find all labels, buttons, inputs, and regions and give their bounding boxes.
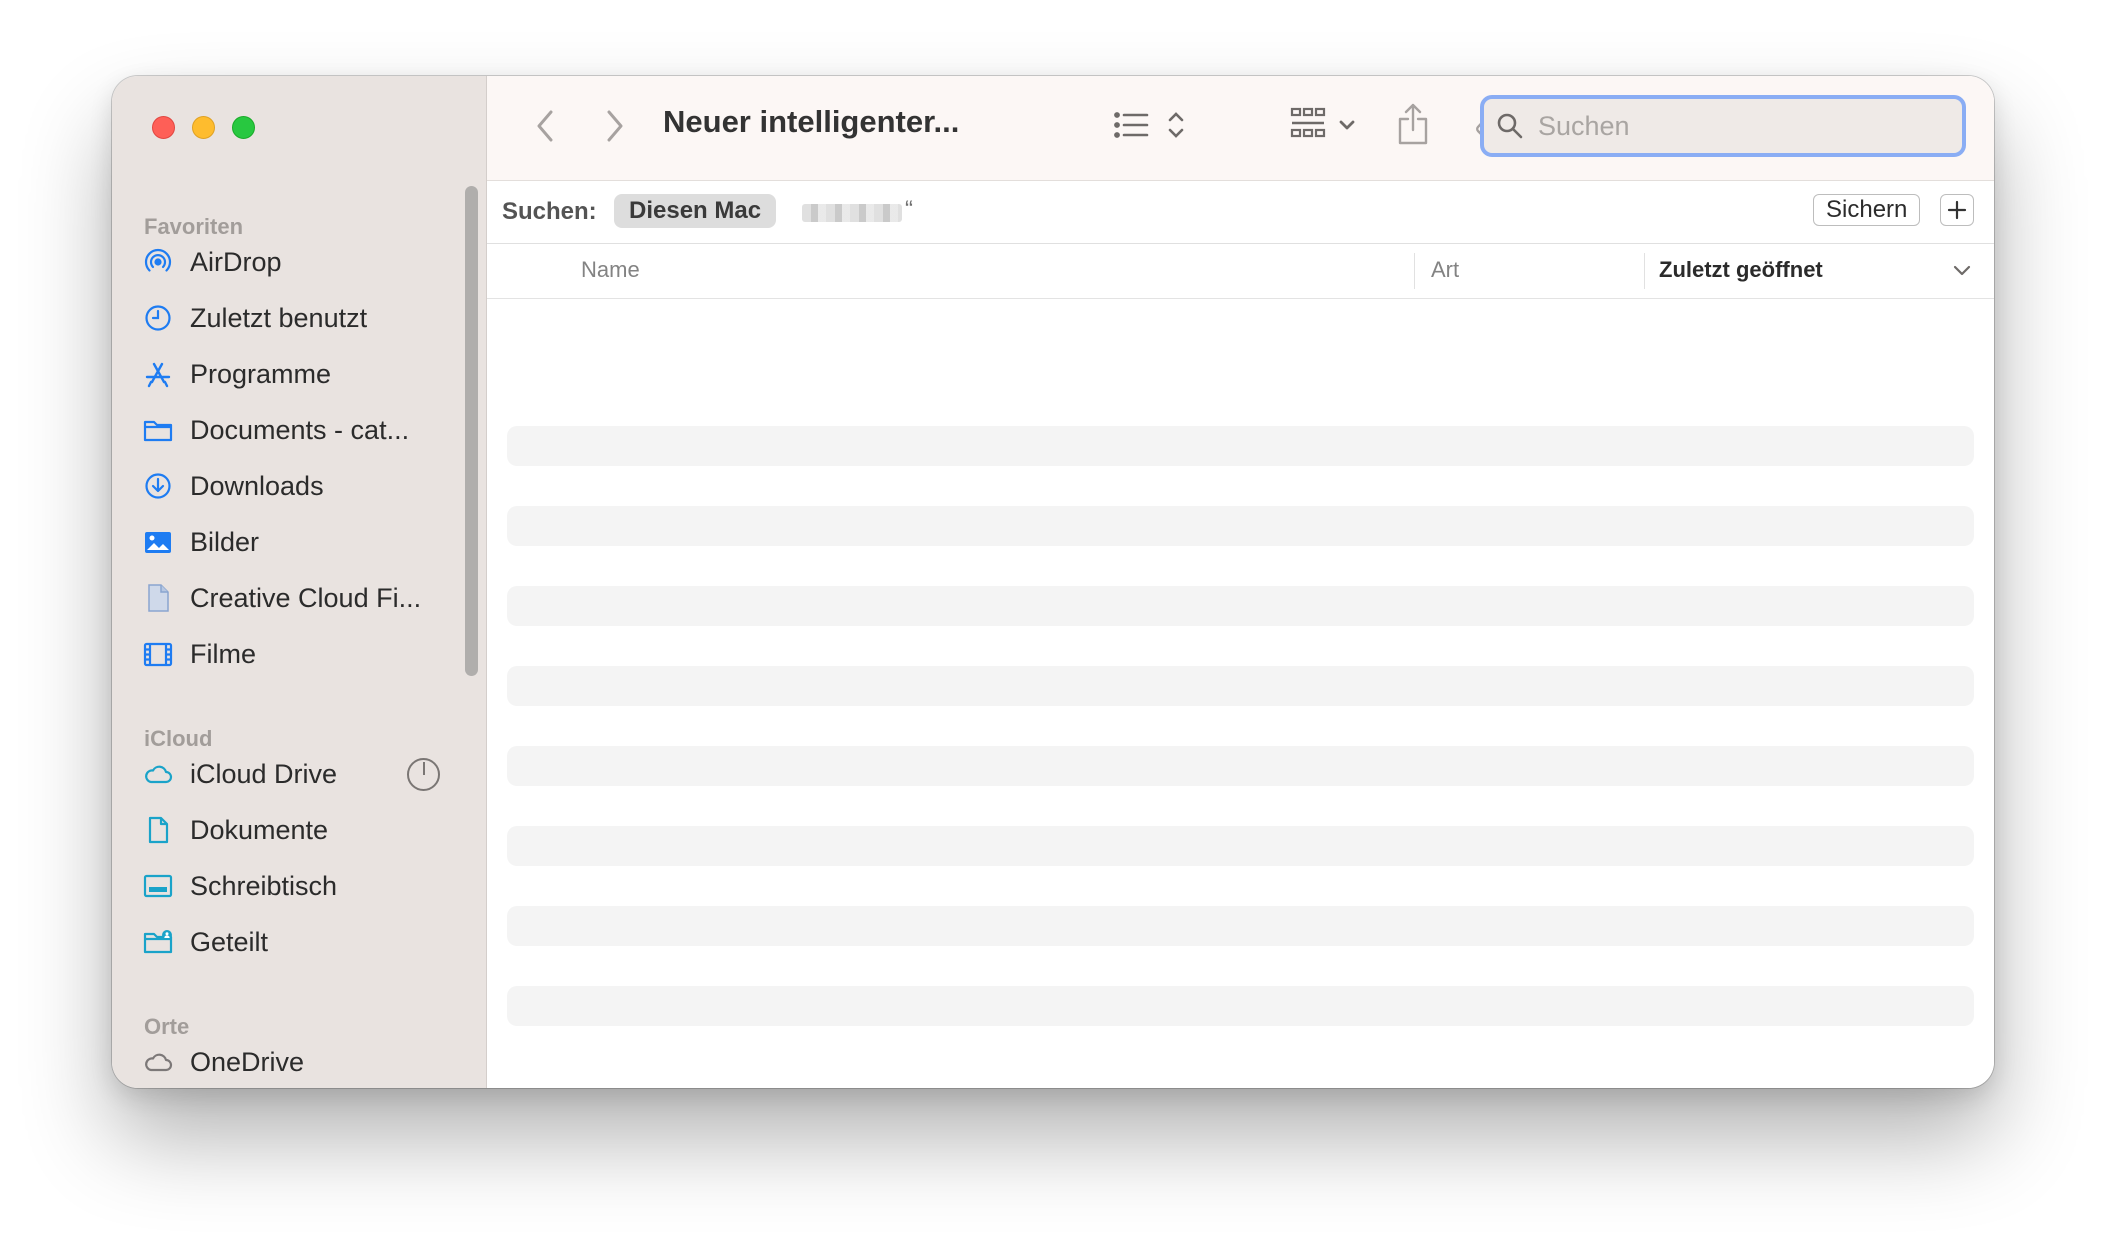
sidebar-item-label: AirDrop [190, 246, 282, 277]
share-button[interactable] [1393, 98, 1433, 150]
add-criteria-button[interactable] [1940, 194, 1974, 226]
sidebar-item-documents[interactable]: Documents - cat... [142, 404, 426, 456]
back-icon [537, 110, 553, 142]
scope-other-folder-button[interactable] [802, 204, 902, 222]
column-kind[interactable]: Art [1431, 257, 1459, 283]
cloud-icon [142, 758, 174, 790]
sidebar-item-label: Schreibtisch [190, 870, 338, 901]
column-divider[interactable] [1644, 253, 1645, 289]
group-icon [1290, 107, 1355, 138]
sidebar-item-label: Creative Cloud Fi... [190, 582, 422, 613]
airdrop-icon [142, 246, 174, 278]
sidebar-item-label: Documents - cat... [190, 414, 410, 445]
sidebar-item-zuletzt-benutzt[interactable]: Zuletzt benutzt [142, 292, 426, 344]
column-last-opened[interactable]: Zuletzt geöffnet [1659, 257, 1823, 283]
table-row [507, 586, 1974, 626]
folder-icon [142, 414, 174, 446]
sidebar: Favoriten AirDrop Zuletzt benutzt Progra… [112, 76, 487, 1088]
forward-button[interactable] [599, 106, 631, 146]
sidebar-item-label: Dokumente [190, 814, 329, 845]
search-scope-bar: Suchen: Diesen Mac “ Sichern [487, 182, 1994, 244]
search-input[interactable] [1538, 110, 1918, 142]
save-search-button[interactable]: Sichern [1813, 194, 1921, 226]
table-row [507, 906, 1974, 946]
file-list[interactable] [487, 300, 1994, 1064]
forward-icon [607, 110, 623, 142]
desktop-icon [142, 870, 174, 902]
sidebar-scrollbar[interactable] [465, 186, 478, 676]
cloud-icon [142, 1046, 174, 1078]
sidebar-item-onedrive[interactable]: OneDrive [142, 1036, 426, 1088]
table-row [507, 666, 1974, 706]
sidebar-item-filme[interactable]: Filme [142, 628, 426, 680]
share-icon [1398, 103, 1428, 145]
main-pane: Neuer intelligenter... Suchen Suchen: Di… [487, 76, 1994, 1088]
sidebar-item-icloud-drive[interactable]: iCloud Drive [142, 748, 440, 800]
zoom-button[interactable] [232, 116, 255, 139]
sidebar-item-label: Programme [190, 358, 332, 389]
sidebar-item-label: Filme [190, 638, 256, 669]
sort-descending-icon[interactable] [1953, 265, 1971, 277]
sidebar-item-label: Zuletzt benutzt [190, 302, 368, 333]
toolbar: Neuer intelligenter... [487, 76, 1994, 181]
document-icon [142, 582, 174, 614]
download-icon [142, 470, 174, 502]
search-field[interactable] [1480, 95, 1966, 157]
column-name[interactable]: Name [581, 257, 640, 283]
close-button[interactable] [152, 116, 175, 139]
back-button[interactable] [529, 106, 561, 146]
scope-this-mac-button[interactable]: Diesen Mac [614, 194, 777, 228]
search-scope-label: Suchen: [502, 198, 597, 225]
view-options-button[interactable] [1113, 104, 1189, 148]
sidebar-item-creative-cloud[interactable]: Creative Cloud Fi... [142, 572, 426, 624]
sidebar-item-bilder[interactable]: Bilder [142, 516, 426, 568]
window-controls [152, 116, 255, 139]
table-row [507, 426, 1974, 466]
table-row [507, 506, 1974, 546]
sync-progress-icon [407, 758, 440, 791]
scope-other-folder-suffix: “ [905, 196, 913, 223]
sidebar-item-airdrop[interactable]: AirDrop [142, 236, 426, 288]
table-row [507, 986, 1974, 1026]
column-header: Name Art Zuletzt geöffnet [487, 245, 1994, 299]
group-button[interactable] [1289, 104, 1365, 148]
photo-icon [142, 526, 174, 558]
minimize-button[interactable] [192, 116, 215, 139]
sidebar-item-geteilt[interactable]: Geteilt [142, 916, 426, 968]
list-view-icon [1114, 112, 1184, 138]
plus-icon [1947, 200, 1967, 220]
sidebar-item-label: Downloads [190, 470, 324, 501]
sidebar-item-label: iCloud Drive [190, 758, 338, 789]
document-icon [142, 814, 174, 846]
finder-window: Favoriten AirDrop Zuletzt benutzt Progra… [112, 76, 1994, 1088]
table-row [507, 826, 1974, 866]
table-row [507, 746, 1974, 786]
sidebar-item-dokumente[interactable]: Dokumente [142, 804, 426, 856]
app-store-icon [142, 358, 174, 390]
sidebar-item-schreibtisch[interactable]: Schreibtisch [142, 860, 426, 912]
search-icon [1497, 113, 1523, 139]
shared-folder-icon [142, 926, 174, 958]
column-divider[interactable] [1414, 253, 1415, 289]
film-icon [142, 638, 174, 670]
sidebar-item-downloads[interactable]: Downloads [142, 460, 426, 512]
sidebar-item-programme[interactable]: Programme [142, 348, 426, 400]
window-title: Neuer intelligenter... [663, 104, 960, 139]
clock-icon [142, 302, 174, 334]
sidebar-item-label: OneDrive [190, 1046, 305, 1077]
sidebar-item-label: Geteilt [190, 926, 269, 957]
sidebar-item-label: Bilder [190, 526, 260, 557]
